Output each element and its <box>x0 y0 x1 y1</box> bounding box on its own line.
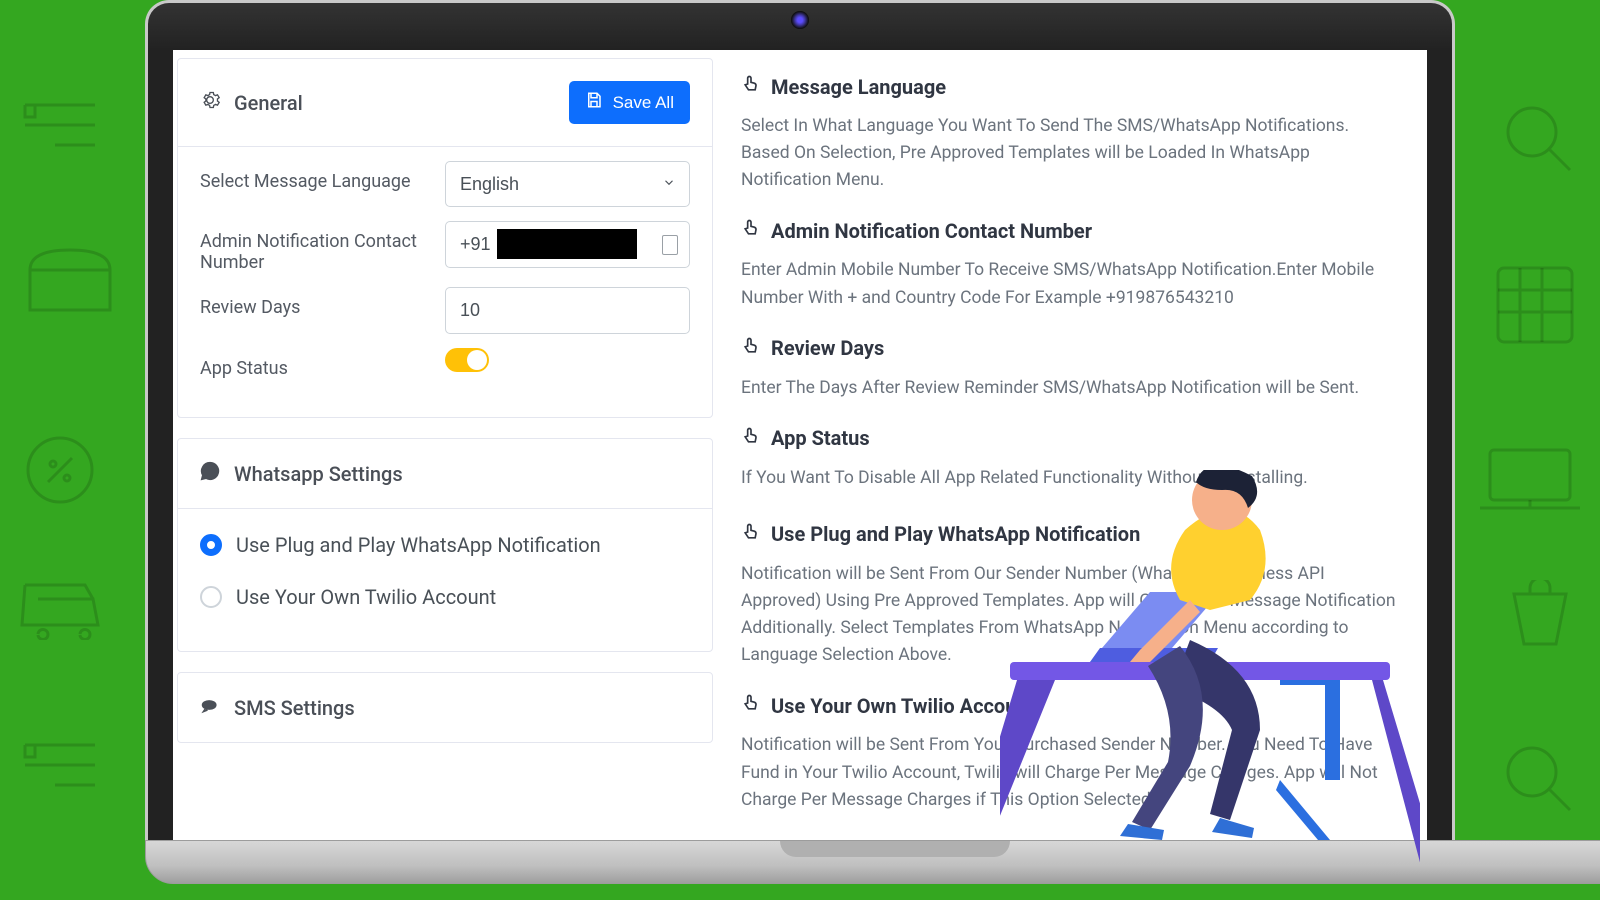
language-row: Select Message Language English <box>200 161 690 207</box>
help-wa-twilio: Use Your Own Twilio Account Notification… <box>741 693 1397 813</box>
help-status-title: App Status <box>771 426 870 450</box>
pointer-icon <box>741 74 761 99</box>
admin-number-label: Admin Notification Contact Number <box>200 221 445 273</box>
contacts-icon <box>662 235 678 255</box>
whatsapp-option-twilio[interactable]: Use Your Own Twilio Account <box>200 575 690 627</box>
pointer-icon <box>741 522 761 547</box>
toggle-knob <box>467 350 487 370</box>
language-label: Select Message Language <box>200 161 445 192</box>
review-days-label: Review Days <box>200 287 445 318</box>
whatsapp-card-header: Whatsapp Settings <box>178 439 712 509</box>
general-card-body: Select Message Language English Admin No… <box>178 147 712 417</box>
review-days-row: Review Days <box>200 287 690 334</box>
help-wa-plug-text: Notification will be Sent From Our Sende… <box>741 561 1397 670</box>
chat-icon <box>200 695 220 720</box>
pointer-icon <box>741 336 761 361</box>
help-wa-plug: Use Plug and Play WhatsApp Notification … <box>741 522 1397 670</box>
whatsapp-card: Whatsapp Settings Use Plug and Play What… <box>177 438 713 652</box>
help-review-days: Review Days Enter The Days After Review … <box>741 336 1397 402</box>
save-icon <box>585 91 603 114</box>
sms-card-header: SMS Settings <box>178 673 712 742</box>
whatsapp-twilio-label: Use Your Own Twilio Account <box>236 585 496 609</box>
help-admin-text: Enter Admin Mobile Number To Receive SMS… <box>741 257 1397 311</box>
save-all-label: Save All <box>613 93 674 113</box>
laptop-trackpad-notch <box>780 841 1010 857</box>
whatsapp-option-plug[interactable]: Use Plug and Play WhatsApp Notification <box>200 523 690 575</box>
help-wa-twilio-text: Notification will be Sent From Your Purc… <box>741 732 1397 813</box>
gear-icon <box>200 90 220 115</box>
save-all-button[interactable]: Save All <box>569 81 690 124</box>
help-app-status: App Status If You Want To Disable All Ap… <box>741 426 1397 492</box>
whatsapp-card-body: Use Plug and Play WhatsApp Notification … <box>178 509 712 651</box>
review-days-input[interactable] <box>445 287 690 334</box>
laptop-top-bezel <box>145 0 1455 50</box>
help-msg-lang-text: Select In What Language You Want To Send… <box>741 113 1397 194</box>
sms-card: SMS Settings <box>177 672 713 743</box>
help-admin-number: Admin Notification Contact Number Enter … <box>741 218 1397 311</box>
help-admin-title: Admin Notification Contact Number <box>771 219 1092 243</box>
sms-title: SMS Settings <box>234 696 355 720</box>
help-wa-twilio-title: Use Your Own Twilio Account <box>771 694 1034 718</box>
help-message-language: Message Language Select In What Language… <box>741 74 1397 194</box>
app-status-toggle[interactable] <box>445 348 489 372</box>
whatsapp-plug-label: Use Plug and Play WhatsApp Notification <box>236 533 601 557</box>
webcam-icon <box>791 11 809 29</box>
pointer-icon <box>741 693 761 718</box>
language-select[interactable]: English <box>445 161 690 207</box>
radio-selected-icon <box>200 534 222 556</box>
help-msg-lang-title: Message Language <box>771 75 946 99</box>
help-review-text: Enter The Days After Review Reminder SMS… <box>741 375 1397 402</box>
laptop-side-bezel: General Save All Select Message Language <box>145 50 1455 840</box>
screen-content: General Save All Select Message Language <box>173 50 1427 840</box>
whatsapp-title: Whatsapp Settings <box>234 462 403 486</box>
pointer-icon <box>741 426 761 451</box>
general-title: General <box>234 91 303 115</box>
help-review-title: Review Days <box>771 336 884 360</box>
general-card: General Save All Select Message Language <box>177 58 713 418</box>
settings-left-column: General Save All Select Message Language <box>173 54 713 840</box>
pointer-icon <box>741 218 761 243</box>
app-status-label: App Status <box>200 348 445 379</box>
redacted-number <box>497 229 637 259</box>
laptop-frame: General Save All Select Message Language <box>145 0 1455 884</box>
radio-unselected-icon <box>200 586 222 608</box>
admin-number-row: Admin Notification Contact Number <box>200 221 690 273</box>
app-status-row: App Status <box>200 348 690 379</box>
laptop-base <box>145 840 1600 884</box>
help-right-column: Message Language Select In What Language… <box>741 54 1427 840</box>
whatsapp-icon <box>200 461 220 486</box>
general-card-header: General Save All <box>178 59 712 147</box>
help-status-text: If You Want To Disable All App Related F… <box>741 465 1397 492</box>
help-wa-plug-title: Use Plug and Play WhatsApp Notification <box>771 522 1140 546</box>
